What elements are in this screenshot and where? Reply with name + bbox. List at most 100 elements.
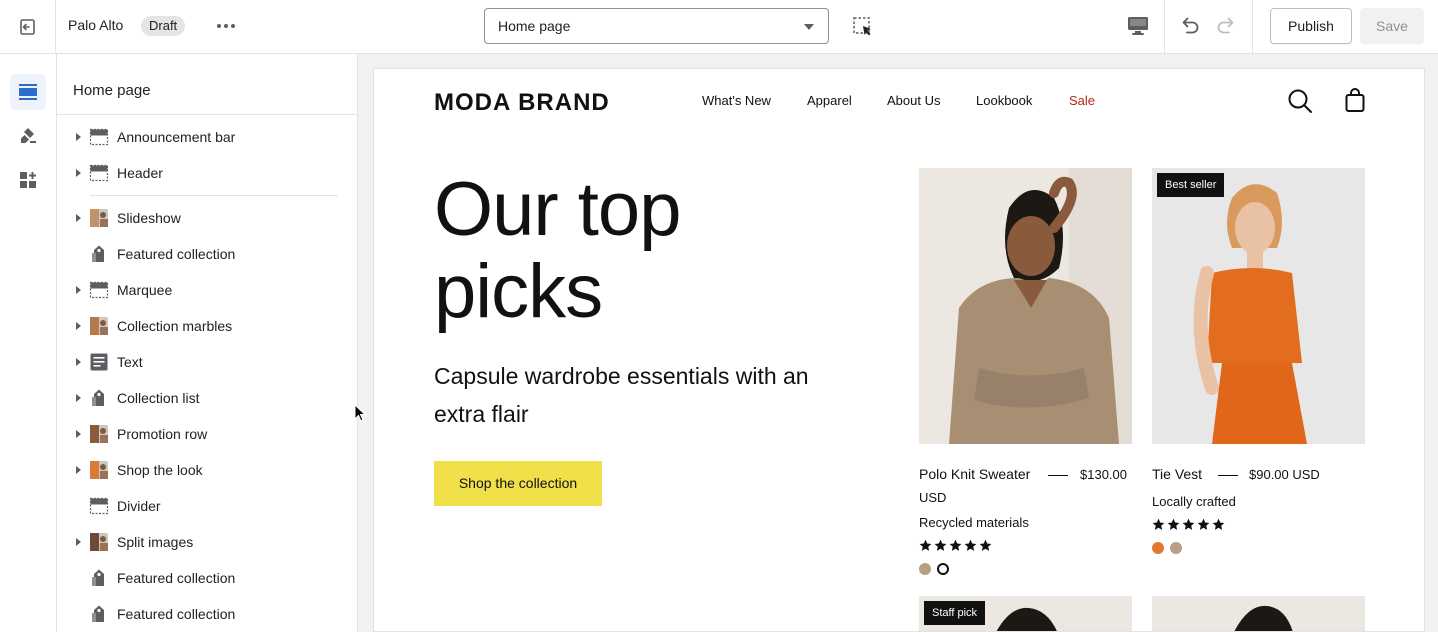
chevron-right-icon[interactable] — [76, 466, 81, 474]
sections-icon — [19, 84, 37, 100]
chevron-right-icon[interactable] — [76, 169, 81, 177]
product-image[interactable]: Best seller — [1152, 168, 1365, 444]
section-item[interactable]: Featured collection — [57, 596, 357, 632]
select-cursor-icon — [853, 17, 871, 36]
tag-icon — [89, 568, 109, 588]
chevron-right-icon[interactable] — [76, 214, 81, 222]
nav-link-lookbook[interactable]: Lookbook — [976, 93, 1032, 108]
section-item[interactable]: Collection marbles — [57, 308, 357, 344]
section-item[interactable]: Promotion row — [57, 416, 357, 452]
layout-icon — [89, 496, 109, 516]
star-icon — [1197, 518, 1210, 530]
product-price: $130.00 — [1080, 467, 1127, 482]
chevron-right-icon[interactable] — [76, 358, 81, 366]
section-item[interactable]: Text — [57, 344, 357, 380]
rail-sections-button[interactable] — [10, 74, 46, 110]
star-icon — [919, 539, 932, 551]
section-item[interactable]: Divider — [57, 488, 357, 524]
shop-collection-button[interactable]: Shop the collection — [434, 461, 602, 506]
section-item[interactable]: Announcement bar — [57, 119, 357, 155]
product-card[interactable]: Best seller Tie Vest $90.00 USD Locally … — [1152, 168, 1365, 554]
more-actions-button[interactable] — [212, 14, 240, 38]
desktop-view-button[interactable] — [1124, 13, 1152, 39]
undo-button[interactable] — [1176, 12, 1204, 40]
section-label: Shop the look — [117, 462, 203, 478]
divider — [57, 114, 357, 115]
section-item[interactable]: Collection list — [57, 380, 357, 416]
star-icon — [1182, 518, 1195, 530]
chevron-right-icon[interactable] — [76, 538, 81, 546]
more-dot — [231, 24, 235, 28]
color-swatch[interactable] — [919, 563, 931, 575]
apps-icon — [20, 172, 36, 188]
section-label: Promotion row — [117, 426, 208, 442]
redo-button[interactable] — [1212, 12, 1240, 40]
section-item[interactable]: Featured collection — [57, 236, 357, 272]
section-item[interactable]: Featured collection — [57, 560, 357, 596]
product-image[interactable]: Staff pick — [919, 596, 1132, 631]
nav-link-apparel[interactable]: Apparel — [807, 93, 852, 108]
product-price: $90.00 USD — [1249, 467, 1320, 482]
chevron-right-icon[interactable] — [76, 322, 81, 330]
chevron-right-icon[interactable] — [76, 394, 81, 402]
chevron-right-icon[interactable] — [76, 133, 81, 141]
product-name[interactable]: Tie Vest — [1152, 466, 1202, 482]
chevron-right-icon[interactable] — [76, 430, 81, 438]
product-image[interactable] — [1152, 596, 1365, 631]
tag-icon — [89, 388, 109, 408]
redo-icon — [1217, 17, 1234, 34]
cart-button[interactable] — [1344, 87, 1366, 113]
nav-link-sale[interactable]: Sale — [1069, 93, 1095, 108]
star-icon — [949, 539, 962, 551]
chevron-right-icon[interactable] — [76, 286, 81, 294]
more-dots-icon — [217, 24, 221, 28]
publish-button[interactable]: Publish — [1270, 8, 1352, 44]
section-item[interactable]: Marquee — [57, 272, 357, 308]
section-label: Text — [117, 354, 143, 370]
nav-link-whats-new[interactable]: What's New — [702, 93, 771, 108]
color-swatch[interactable] — [1152, 542, 1164, 554]
color-swatch[interactable] — [1170, 542, 1182, 554]
product-card[interactable]: Polo Knit Sweater $130.00 USD Recycled m… — [919, 168, 1132, 575]
section-label: Collection list — [117, 390, 200, 406]
section-label: Divider — [117, 498, 161, 514]
star-icon — [964, 539, 977, 551]
page-select-value: Home page — [498, 18, 571, 34]
theme-settings-icon — [21, 128, 36, 143]
product-name[interactable]: Polo Knit Sweater — [919, 466, 1030, 482]
section-label: Featured collection — [117, 606, 236, 622]
section-label: Featured collection — [117, 570, 236, 586]
save-button[interactable]: Save — [1360, 8, 1424, 44]
exit-icon — [19, 18, 35, 35]
color-swatch[interactable] — [937, 563, 949, 575]
price-separator — [1048, 475, 1068, 476]
layout-icon — [89, 127, 109, 147]
brand-logo[interactable]: MODA BRAND — [434, 89, 610, 117]
search-button[interactable] — [1287, 88, 1313, 114]
store-name: Palo Alto — [68, 17, 124, 33]
layout-icon — [89, 163, 109, 183]
product-image[interactable] — [919, 168, 1132, 444]
rail-apps-button[interactable] — [10, 162, 46, 198]
page-select[interactable]: Home page — [484, 8, 829, 44]
sections-sidebar: Home page Announcement bar Header Slidesho… — [57, 54, 358, 632]
section-item[interactable]: Split images — [57, 524, 357, 560]
desktop-icon — [1128, 17, 1148, 35]
best-seller-badge: Best seller — [1157, 173, 1225, 197]
model-photo — [1152, 168, 1365, 444]
rail-theme-settings-button[interactable] — [10, 118, 46, 154]
hero-title: Our top picks — [434, 167, 681, 334]
section-item[interactable]: Header — [57, 155, 357, 191]
star-icon — [1167, 518, 1180, 530]
search-icon — [1288, 89, 1312, 113]
inspector-button[interactable] — [850, 14, 876, 40]
image-thumb-icon — [89, 460, 109, 480]
section-label: Collection marbles — [117, 318, 233, 334]
nav-link-about-us[interactable]: About Us — [887, 93, 940, 108]
section-item[interactable]: Shop the look — [57, 452, 357, 488]
left-rail — [0, 54, 57, 632]
editor-topbar: Palo Alto Draft Home page Publish Save — [0, 0, 1438, 54]
exit-button[interactable] — [0, 0, 56, 53]
section-item[interactable]: Slideshow — [57, 200, 357, 236]
product-currency: USD — [919, 490, 947, 505]
